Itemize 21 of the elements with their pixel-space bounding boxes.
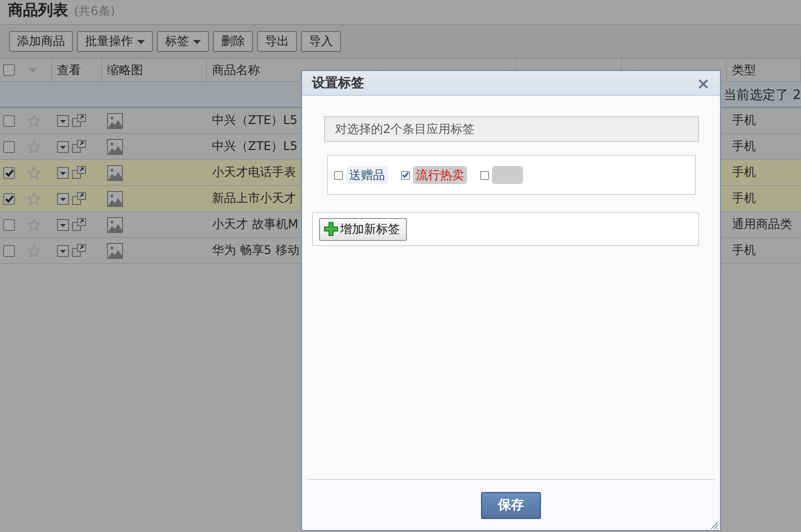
product-type: 手机 (732, 112, 756, 129)
product-name: 中兴（ZTE）L5 (212, 138, 298, 155)
page-title: 商品列表 (8, 1, 68, 20)
info-banner: 对选择的2个条目应用标签 (324, 116, 699, 142)
column-header: 查看 (57, 62, 81, 78)
selection-notice: 当前选定了 2 (724, 86, 801, 104)
product-name: 中兴（ZTE）L5 (212, 112, 298, 129)
product-name: 小天才 故事机M (212, 216, 298, 233)
product-name: 新品上市小天才 (212, 190, 296, 207)
product-name: 小天才电话手表 (212, 164, 296, 181)
product-name: 华为 畅享5 移动 (212, 242, 300, 259)
product-type: 手机 (732, 164, 756, 181)
dialog-title: 设置标签 (312, 75, 364, 92)
item-count: (共6条) (74, 3, 115, 20)
product-type: 手机 (732, 242, 756, 259)
product-type: 手机 (732, 190, 756, 207)
product-type: 通用商品类 (732, 216, 792, 233)
column-header: 类型 (732, 62, 756, 78)
product-type: 手机 (732, 138, 756, 155)
column-header: 缩略图 (107, 62, 143, 78)
column-header: 商品名称 (212, 62, 260, 78)
